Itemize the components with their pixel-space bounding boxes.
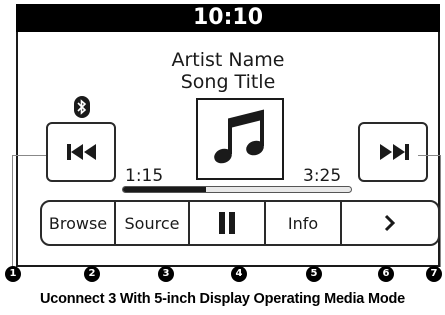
- pause-icon: [219, 212, 235, 234]
- callout-4: 4: [231, 266, 247, 282]
- skip-previous-icon: [67, 144, 96, 160]
- next-track-button[interactable]: [358, 122, 428, 182]
- callout-leader-1-vertical: [12, 155, 13, 267]
- figure-caption: Uconnect 3 With 5-inch Display Operating…: [39, 291, 406, 307]
- info-button[interactable]: Info: [266, 202, 342, 244]
- artist-name: Artist Name: [171, 49, 285, 71]
- music-note-icon: [214, 109, 264, 164]
- clock: 10:10: [192, 5, 264, 30]
- callout-leader-7-vertical: [440, 155, 441, 267]
- skip-next-icon: [380, 144, 409, 160]
- callout-7: 7: [426, 266, 442, 282]
- progress-bar[interactable]: [122, 186, 352, 193]
- callout-leader-7: [418, 155, 440, 156]
- bluetooth-icon: [73, 96, 91, 118]
- total-time: 3:25: [303, 166, 342, 186]
- callout-3: 3: [158, 266, 174, 282]
- chevron-right-icon: [384, 214, 396, 232]
- status-bar: 10:10: [16, 4, 440, 32]
- callout-6: 6: [378, 266, 394, 282]
- more-button[interactable]: [342, 202, 438, 244]
- previous-track-button[interactable]: [46, 122, 116, 182]
- callout-1: 1: [5, 266, 21, 282]
- source-button[interactable]: Source: [116, 202, 190, 244]
- media-button-bar: Browse Source Info: [40, 200, 440, 246]
- pause-button[interactable]: [190, 202, 266, 244]
- album-art: [196, 98, 284, 180]
- callout-2: 2: [84, 266, 100, 282]
- progress-fill: [123, 187, 207, 192]
- elapsed-time: 1:15: [125, 166, 164, 186]
- callout-leader-1: [12, 155, 46, 156]
- browse-button[interactable]: Browse: [42, 202, 116, 244]
- song-title: Song Title: [180, 71, 276, 93]
- radio-screen: 10:10 Artist Name Song Title 1:15 3:25 B…: [16, 4, 440, 267]
- callout-5: 5: [306, 266, 322, 282]
